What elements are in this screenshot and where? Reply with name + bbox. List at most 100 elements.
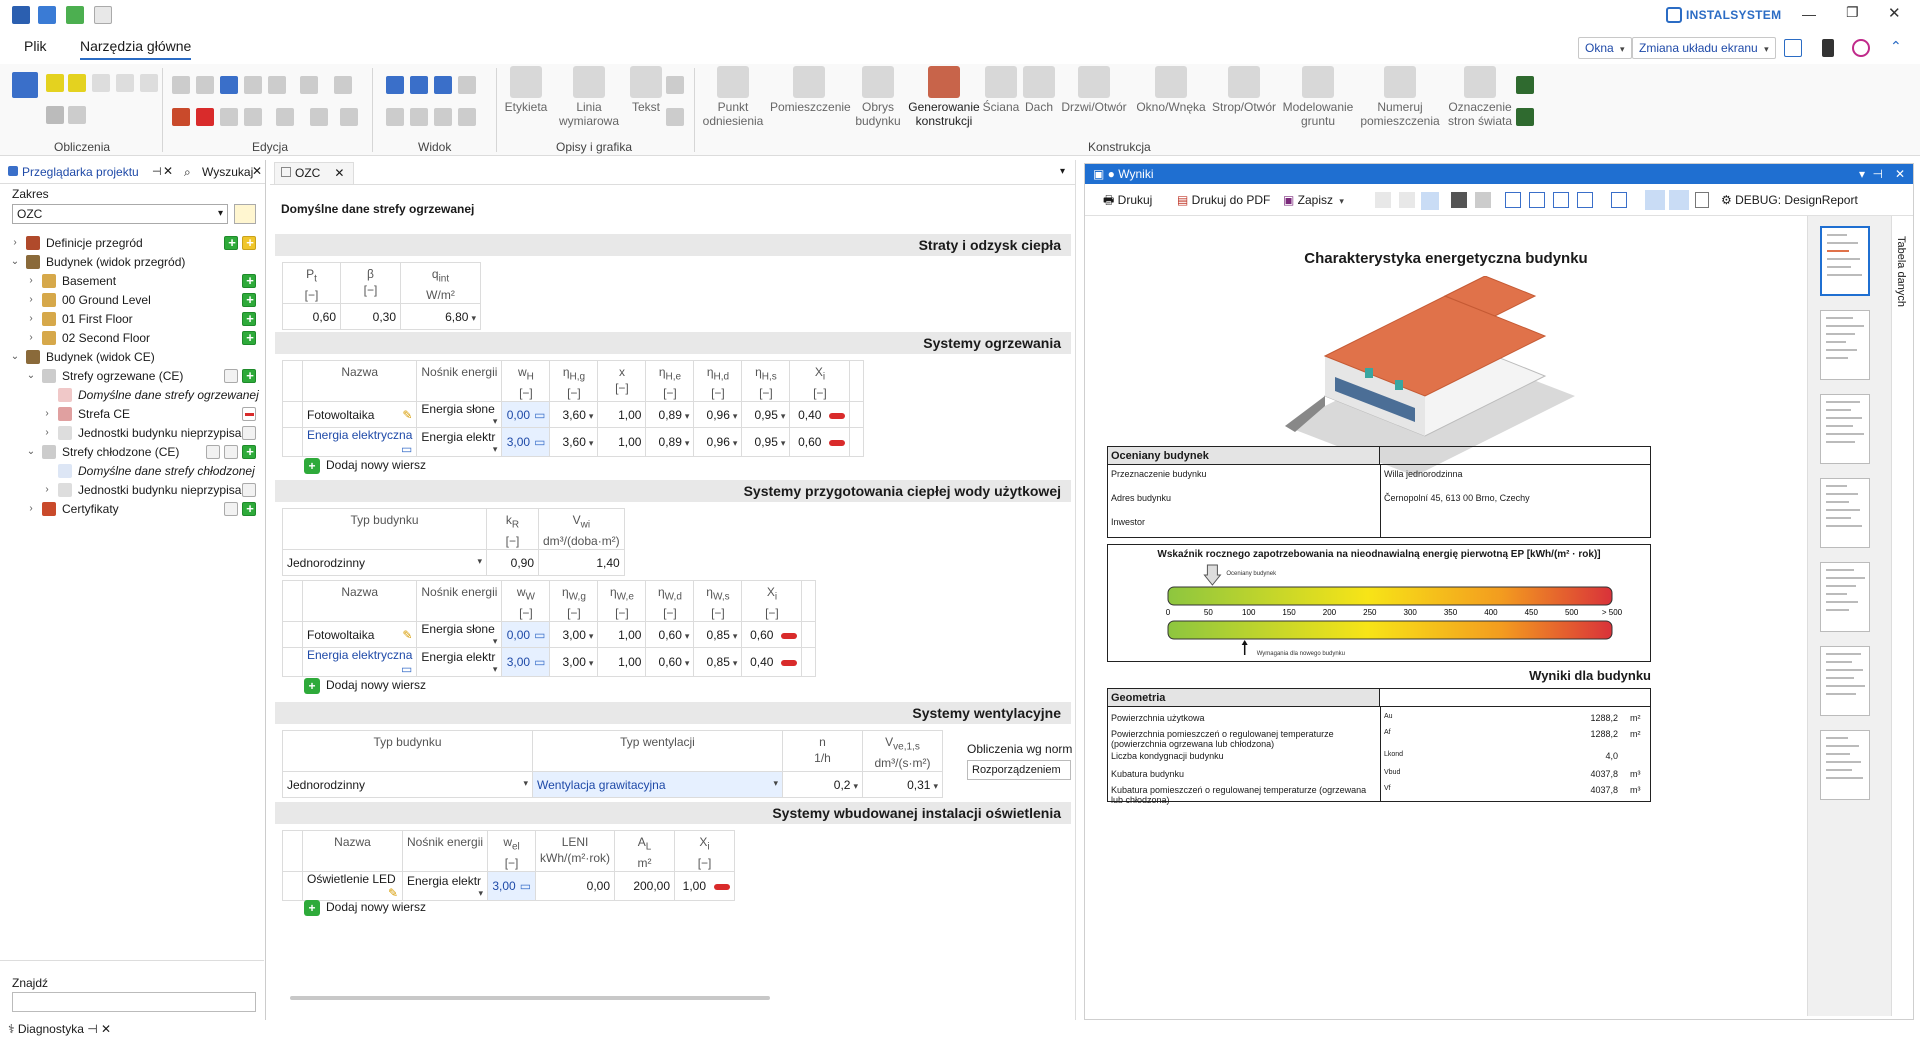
table-cell[interactable]: Fotowoltaika ✎ [301,621,418,649]
remove-row-icon[interactable] [829,440,846,447]
add-icon[interactable] [242,327,257,349]
row-handle[interactable] [282,427,303,458]
view-wide-icon[interactable] [1553,192,1569,208]
new-file-icon[interactable] [94,6,112,24]
table-cell[interactable]: 0,89 ▾ [645,401,695,429]
chevron-down-icon[interactable]: ▾ [781,438,786,448]
okno-wneka-button[interactable]: Okno/Wnęka [1134,66,1208,114]
table-cell[interactable]: 1,00 [674,871,736,902]
table-cell[interactable]: 0,60 ▾ [645,647,695,678]
okna-dropdown[interactable]: Okna ▾ [1578,37,1632,59]
table-cell[interactable]: 3,00 ▭ [501,647,551,678]
numeruj-pomieszczenia-button[interactable]: Numeruj pomieszczenia [1360,66,1440,128]
mirror-icon[interactable] [276,108,294,126]
group-icon[interactable] [310,108,328,126]
pan-icon[interactable] [386,108,404,126]
heat-icon[interactable] [92,74,110,92]
pin-icon[interactable]: ⊣ [152,165,162,178]
table-row[interactable]: Energia elektryczna ▭ Energia elektr ▾ 3,00 ▭… [282,647,817,678]
chevron-down-icon[interactable]: ▾ [733,411,738,421]
table-row[interactable]: Energia elektryczna ▭ Energia elektr ▾ 3,00 ▭… [282,427,865,458]
export-alt-icon[interactable] [1516,108,1534,126]
close-icon[interactable]: ✕ [1888,4,1901,22]
panel-menu-icon[interactable]: ▾ [1859,164,1865,184]
chevron-down-icon[interactable]: ▾ [589,658,594,668]
table-cell[interactable]: 0,00 ▭ [501,621,551,649]
table-cell[interactable]: 0,40 [741,647,803,678]
table-cell[interactable]: Energia elektr ▾ [416,427,503,458]
layout-change-dropdown[interactable]: Zmiana układu ekranu ▾ [1632,37,1776,59]
grid-icon[interactable] [68,106,86,124]
table-cell[interactable]: 0,60 ▾ [645,621,695,649]
drzwi-otwor-button[interactable]: Drzwi/Otwór [1058,66,1130,114]
view-double-icon[interactable] [1529,192,1545,208]
find-input[interactable] [12,992,256,1012]
table-cell[interactable]: Energia słone ▾ [416,401,503,429]
zoom-window-icon[interactable] [458,76,476,94]
punkt-odniesienia-button[interactable]: Punkt odniesienia [698,66,768,128]
table-cell[interactable]: 0,60 [789,427,851,458]
paste-icon[interactable] [196,76,214,94]
add-cwu-row-button[interactable]: + Dodaj nowy wiersz [304,674,426,696]
zoom-prev-icon[interactable] [410,108,428,126]
tab-overflow-icon[interactable]: ▾ [1060,166,1065,177]
table-cell[interactable]: 0,85 ▾ [693,647,743,678]
table-cell[interactable]: Fotowoltaika ✎ [301,401,418,429]
obliczenia-select[interactable]: Rozporządzeniem [967,760,1071,780]
zoom-in-icon[interactable] [386,76,404,94]
list-icon[interactable] [1669,190,1689,210]
page-layout-icon[interactable] [1421,192,1439,210]
option-icon[interactable] [242,426,256,440]
linia-wymiarowa-button[interactable]: Linia wymiarowa [554,66,624,128]
tekst-button[interactable]: Tekst [626,66,666,114]
vent-typ-budynku-select[interactable]: Jednorodzinny ▾ [282,771,533,799]
chevron-right-icon[interactable]: › [26,498,36,520]
row-handle[interactable] [282,647,303,678]
text-icon[interactable] [1475,192,1491,208]
add-icon[interactable] [242,365,257,387]
option-icon[interactable] [206,445,220,459]
add-icon[interactable] [242,232,257,254]
zoom-out-icon[interactable] [410,76,428,94]
close-ozc-tab-icon[interactable]: ✕ [334,166,344,180]
typ-budynku-select[interactable]: Jednorodzinny ▾ [282,549,487,577]
table-cell[interactable]: 0,00 ▭ [501,401,551,429]
option-icon[interactable] [224,502,238,516]
monitor-icon[interactable]: ▭ [534,408,545,422]
layers-icon[interactable] [334,76,352,94]
view-grid-icon[interactable] [1577,192,1593,208]
table-cell[interactable]: 3,00 ▾ [549,621,599,649]
row-handle[interactable] [282,401,303,429]
table-cell[interactable]: 0,96 ▾ [693,401,743,429]
table-cell[interactable]: 0,95 ▾ [741,401,791,429]
table-cell[interactable]: 1,00 [597,401,647,429]
page-thumbnail[interactable] [1820,730,1870,800]
chevron-down-icon[interactable]: ▾ [685,658,690,668]
table-cell[interactable]: 1,00 [597,427,647,458]
p-value[interactable]: 0,60 [282,303,341,331]
table-cell[interactable]: Energia elektryczna ▭ [301,427,418,458]
n-value[interactable]: 0,2 ▾ [782,771,863,799]
tabela-danych-tab[interactable]: Tabela danych [1895,236,1907,307]
open-folder-icon[interactable] [66,6,84,24]
pencil-icon[interactable]: ✎ [402,408,412,422]
table-row[interactable]: Fotowoltaika ✎ Energia słone ▾ 0,00 ▭ 3,60 ▾ 1,0… [282,401,865,429]
minimize-icon[interactable]: — [1802,6,1816,22]
find-icon[interactable] [1451,192,1467,208]
table-cell[interactable]: 3,60 ▾ [549,427,599,458]
close-tab-icon[interactable]: ✕ [163,164,173,178]
chevron-down-icon[interactable]: ▾ [685,438,690,448]
etykieta-button[interactable]: Etykieta [500,66,552,114]
undo-icon[interactable] [220,76,238,94]
sciana-button[interactable]: Ściana [982,66,1020,114]
redo-icon[interactable] [244,76,262,94]
beta-value[interactable]: 0,30 [340,303,401,331]
modelowanie-gruntu-button[interactable]: Modelowanie gruntu [1280,66,1356,128]
table-cell[interactable]: 0,85 ▾ [693,621,743,649]
remove-row-icon[interactable] [714,884,731,891]
collapse-ribbon-icon[interactable]: ⌃ [1890,38,1902,55]
oznaczenie-stron-swiata-button[interactable]: Oznaczenie stron świata [1442,66,1518,128]
option-icon[interactable] [224,445,238,459]
add-heating-row-button[interactable]: + Dodaj nowy wiersz [304,454,426,476]
row-handle[interactable] [282,621,303,649]
